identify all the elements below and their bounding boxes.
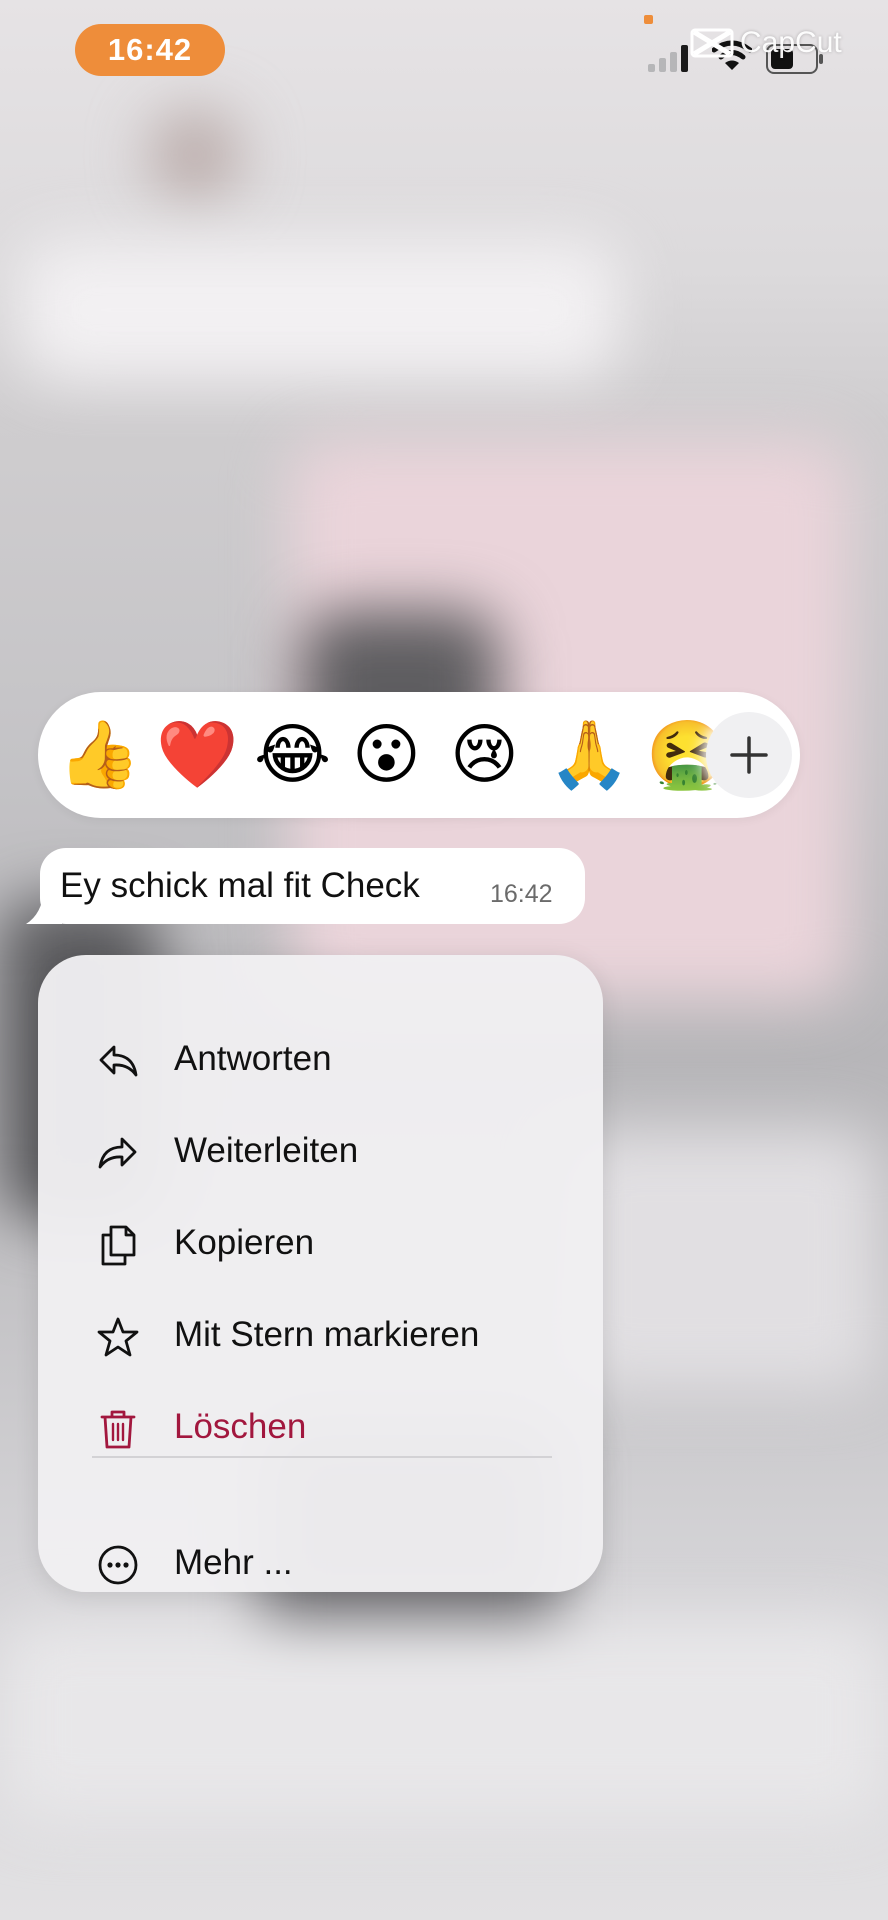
tears-of-joy-icon[interactable]: 😂 xyxy=(254,718,331,792)
menu-item-reply[interactable]: Antworten xyxy=(38,1015,603,1107)
menu-item-label: Löschen xyxy=(174,1407,307,1446)
menu-item-delete[interactable]: Löschen xyxy=(38,1383,603,1475)
message-time: 16:42 xyxy=(490,880,553,908)
menu-item-forward[interactable]: Weiterleiten xyxy=(38,1107,603,1199)
blurred-message xyxy=(20,240,620,380)
menu-item-label: Mehr ... xyxy=(174,1543,293,1582)
message-text: Ey schick mal fit Check xyxy=(60,866,420,905)
crying-face-icon[interactable]: 😢 xyxy=(450,718,519,792)
more-reactions-button[interactable] xyxy=(706,712,792,798)
status-time: 16:42 xyxy=(75,24,225,76)
menu-item-copy[interactable]: Kopieren xyxy=(38,1199,603,1291)
blurred-avatar xyxy=(150,110,240,200)
mic-indicator xyxy=(644,15,653,24)
folded-hands-icon[interactable]: 🙏 xyxy=(548,718,630,792)
menu-item-more[interactable]: Mehr ... xyxy=(38,1519,603,1611)
trash-icon xyxy=(100,1410,136,1449)
plus-icon xyxy=(730,736,768,774)
blurred-input-bar xyxy=(0,1620,888,1820)
thumbs-up-icon[interactable]: 👍 xyxy=(58,718,140,792)
menu-item-label: Weiterleiten xyxy=(174,1131,359,1170)
capcut-logo-icon xyxy=(690,28,734,58)
copy-icon xyxy=(101,1225,136,1266)
menu-item-star[interactable]: Mit Stern markieren xyxy=(38,1291,603,1383)
capcut-watermark: CapCut xyxy=(690,26,842,60)
surprised-face-icon[interactable]: 😮 xyxy=(352,718,421,792)
menu-item-label: Kopieren xyxy=(174,1223,315,1262)
message-context-menu: Antworten Weiterleiten Kopieren Mit Ster… xyxy=(38,955,603,1592)
menu-item-label: Mit Stern markieren xyxy=(174,1315,480,1354)
star-icon xyxy=(97,1317,139,1357)
forward-icon xyxy=(98,1137,137,1169)
more-icon xyxy=(98,1545,138,1585)
status-bar: 16:42 CapCut xyxy=(0,0,888,100)
reaction-bar: 👍 ❤️ 😂 😮 😢 🙏 🤮 xyxy=(38,692,800,818)
red-heart-icon[interactable]: ❤️ xyxy=(156,718,238,792)
signal-icon xyxy=(648,44,694,72)
blurred-shape xyxy=(560,1130,880,1390)
menu-item-label: Antworten xyxy=(174,1039,332,1078)
reply-icon xyxy=(99,1045,138,1077)
capcut-watermark-text: CapCut xyxy=(740,26,842,59)
menu-divider xyxy=(92,1456,552,1458)
message-bubble[interactable]: Ey schick mal fit Check 16:42 xyxy=(40,848,585,924)
